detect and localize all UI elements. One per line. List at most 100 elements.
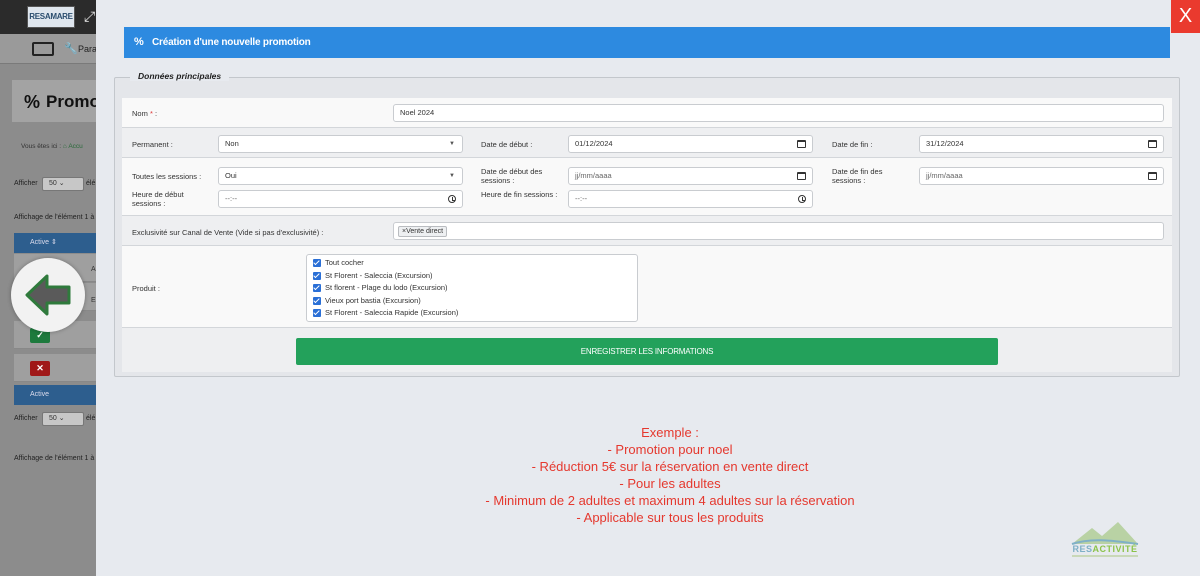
page-size-value: 50: [49, 415, 57, 422]
row-products: [122, 246, 1172, 328]
example-line: - Minimum de 2 adultes et maximum 4 adul…: [485, 493, 855, 508]
end-date-value: 31/12/2024: [926, 139, 964, 148]
all-sessions-value: Oui: [225, 171, 237, 180]
expand-icon[interactable]: ⤢: [84, 9, 95, 23]
sessions-start-date-label: Date de début des sessions :: [481, 167, 543, 185]
toolbar-params-label[interactable]: Para: [78, 44, 97, 54]
modal-title: Création d'une nouvelle promotion: [152, 37, 311, 48]
display-info: Affichage de l'élément 1 à: [14, 214, 95, 221]
wrench-icon[interactable]: 🔧: [64, 42, 78, 55]
example-line: - Promotion pour noel: [607, 442, 733, 457]
breadcrumb-label: Vous êtes ici :: [21, 143, 62, 150]
inactive-cross-icon[interactable]: ✕: [30, 361, 50, 376]
product-label-text: St Florent - Saleccia Rapide (Excursion): [325, 308, 459, 317]
show-suffix: élé: [86, 415, 96, 422]
breadcrumb-home-link[interactable]: Accu: [68, 143, 82, 150]
all-sessions-label: Toutes les sessions :: [132, 172, 202, 181]
calendar-icon[interactable]: [797, 172, 806, 180]
checkbox-checked-icon[interactable]: [313, 309, 321, 317]
sessions-start-time-input[interactable]: --:--: [218, 190, 463, 208]
name-input[interactable]: Noel 2024: [393, 104, 1164, 122]
row-fragment: E: [91, 297, 96, 304]
sessions-end-date-placeholder: jj/mm/aaaa: [926, 171, 963, 180]
example-line: - Applicable sur tous les produits: [576, 510, 764, 525]
example-line: - Pour les adultes: [619, 476, 721, 491]
fieldset-legend: Données principales: [130, 71, 230, 81]
back-arrow-button[interactable]: [11, 258, 85, 332]
show-label: Afficher: [14, 180, 38, 187]
arrow-left-icon: [25, 274, 71, 316]
name-input-value: Noel 2024: [400, 108, 435, 117]
permanent-select[interactable]: Non ▼: [218, 135, 463, 153]
page-size-select[interactable]: 50 ⌄: [42, 412, 84, 426]
calendar-icon[interactable]: [1148, 140, 1157, 148]
end-date-label: Date de fin :: [832, 140, 873, 149]
example-line: Exemple :: [641, 425, 699, 440]
brand-name: RESACTIVITÉ: [1070, 544, 1140, 554]
product-label-text: St Florent - Saleccia (Excursion): [325, 270, 433, 280]
percent-icon: %: [134, 36, 144, 48]
product-checklist: Tout cocher St Florent - Saleccia (Excur…: [306, 254, 638, 322]
save-button[interactable]: ENREGISTRER LES INFORMATIONS: [296, 338, 998, 365]
column-header-active[interactable]: Active ⇕: [14, 233, 96, 253]
sessions-end-date-label: Date de fin des sessions :: [832, 167, 883, 185]
permanent-label: Permanent :: [132, 140, 173, 149]
sessions-start-time-label: Heure de début sessions :: [132, 190, 184, 208]
show-label: Afficher: [14, 415, 38, 422]
brand-underline: [1072, 555, 1138, 557]
column-header-label: Active: [30, 239, 50, 246]
checkbox-checked-icon[interactable]: [313, 296, 321, 305]
example-annotation: Exemple : - Promotion pour noel - Réduct…: [400, 424, 940, 526]
sessions-end-time-input[interactable]: --:--: [568, 190, 813, 208]
mountain-logo-icon: [1071, 522, 1139, 545]
row-fragment: A: [91, 266, 96, 273]
channel-tag[interactable]: ×Vente direct: [398, 226, 448, 237]
start-date-value: 01/12/2024: [575, 139, 613, 148]
required-mark: *: [149, 109, 153, 118]
start-date-label: Date de début :: [481, 140, 533, 149]
chevron-down-icon: ▼: [449, 173, 455, 179]
app-logo[interactable]: RESAMARE: [27, 6, 75, 28]
permanent-value: Non: [225, 139, 239, 148]
sessions-end-date-input[interactable]: jj/mm/aaaa: [919, 167, 1164, 185]
sessions-start-time-placeholder: --:--: [225, 194, 238, 203]
chevron-down-icon: ▼: [449, 141, 455, 147]
display-info: Affichage de l'élément 1 à: [14, 455, 95, 462]
start-date-input[interactable]: 01/12/2024: [568, 135, 813, 153]
brand-name-part1: RES: [1072, 544, 1093, 554]
home-icon: ⌂: [62, 143, 67, 150]
table-row: [14, 354, 96, 382]
show-suffix: élé: [86, 180, 96, 187]
sessions-start-date-placeholder: jj/mm/aaaa: [575, 171, 612, 180]
percent-icon: %: [24, 92, 41, 112]
calendar-icon[interactable]: [797, 140, 806, 148]
checkbox-checked-icon[interactable]: [313, 259, 321, 267]
product-label-text: Tout cocher: [325, 258, 364, 267]
name-label-text: Nom: [132, 109, 148, 118]
modal-header: % Création d'une nouvelle promotion: [124, 27, 1170, 58]
sessions-end-time-placeholder: --:--: [575, 194, 588, 203]
all-sessions-select[interactable]: Oui ▼: [218, 167, 463, 185]
monitor-icon[interactable]: [32, 42, 54, 56]
calendar-icon[interactable]: [1148, 172, 1157, 180]
clock-icon[interactable]: [448, 195, 456, 203]
column-header-active-footer: Active: [14, 385, 96, 405]
name-label: Nom * :: [132, 109, 157, 118]
example-line: - Réduction 5€ sur la réservation en ven…: [531, 459, 809, 474]
page-size-value: 50: [49, 180, 57, 187]
channel-label: Exclusivité sur Canal de Vente (Vide si …: [132, 228, 324, 237]
product-label-text: Vieux port bastia (Excursion): [325, 295, 421, 305]
brand-name-part2: ACTIVITÉ: [1092, 544, 1138, 554]
page-size-select[interactable]: 50 ⌄: [42, 177, 84, 191]
close-button[interactable]: X: [1171, 0, 1200, 33]
sessions-start-date-input[interactable]: jj/mm/aaaa: [568, 167, 813, 185]
checkbox-checked-icon[interactable]: [313, 271, 321, 280]
checkbox-checked-icon[interactable]: [313, 284, 321, 292]
channel-multiselect[interactable]: ×Vente direct: [393, 222, 1164, 240]
clock-icon[interactable]: [798, 195, 806, 203]
breadcrumb: Vous êtes ici : ⌂ Accu: [21, 143, 83, 150]
promotion-modal: X % Création d'une nouvelle promotion Do…: [96, 0, 1200, 576]
product-label: Produit :: [132, 284, 160, 293]
sessions-end-time-label: Heure de fin sessions :: [481, 190, 558, 199]
end-date-input[interactable]: 31/12/2024: [919, 135, 1164, 153]
